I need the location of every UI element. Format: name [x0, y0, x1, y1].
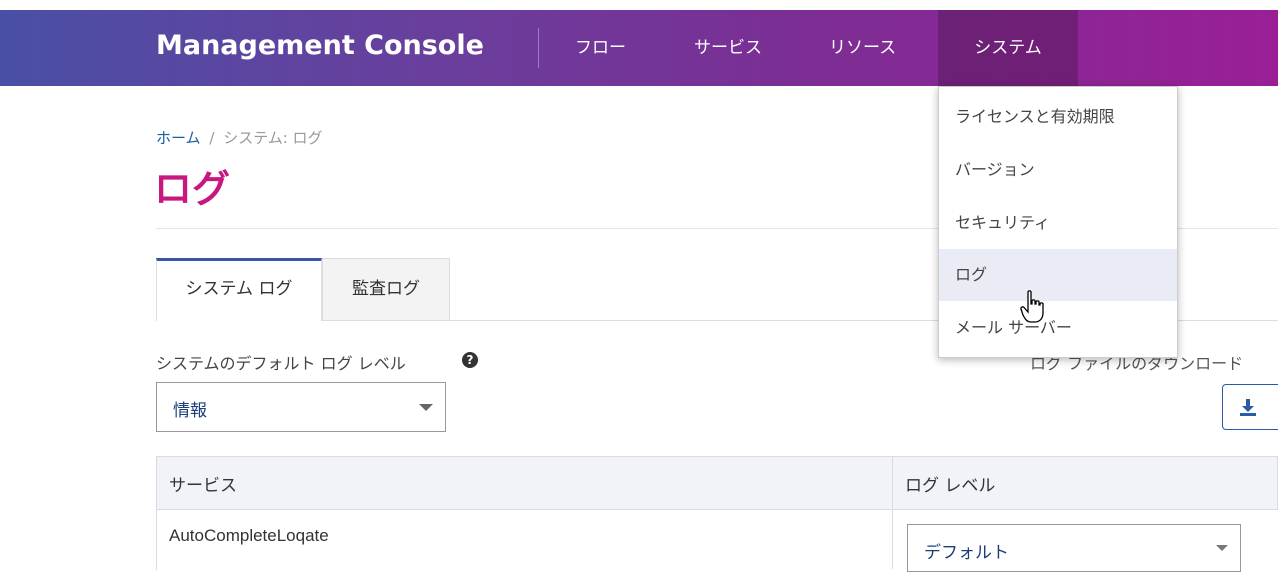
- menu-item-mail-server[interactable]: メール サーバー: [939, 302, 1177, 354]
- system-dropdown-menu: ライセンスと有効期限 バージョン セキュリティ ログ メール サーバー: [938, 86, 1178, 358]
- app-header: Management Console フロー サービス リソース システム: [0, 10, 1278, 86]
- breadcrumb-home-link[interactable]: ホーム: [156, 129, 201, 147]
- nav-resources[interactable]: リソース: [829, 10, 896, 86]
- nav-services[interactable]: サービス: [694, 10, 762, 86]
- menu-item-log[interactable]: ログ: [939, 249, 1177, 301]
- header-service: サービス: [169, 476, 237, 496]
- table-row: AutoCompleteLoqate デフォルト: [156, 510, 1278, 572]
- breadcrumb-separator: /: [209, 129, 215, 147]
- table-header: サービス ログ レベル: [156, 456, 1278, 510]
- service-name: AutoCompleteLoqate: [169, 526, 329, 545]
- brand-title[interactable]: Management Console: [156, 30, 484, 61]
- brand-divider: [538, 28, 539, 68]
- service-log-level-select[interactable]: デフォルト: [907, 524, 1241, 572]
- page-title: ログ: [154, 167, 231, 211]
- download-icon: [1240, 399, 1256, 416]
- default-log-level-value: 情報: [173, 401, 207, 421]
- nav-flow[interactable]: フロー: [573, 10, 628, 86]
- header-log-level: ログ レベル: [905, 476, 996, 496]
- download-log-button[interactable]: [1222, 384, 1278, 430]
- question-circle-icon[interactable]: ?: [462, 352, 478, 368]
- chevron-down-icon: [419, 404, 433, 411]
- nav-system[interactable]: システム: [938, 10, 1078, 86]
- menu-item-security[interactable]: セキュリティ: [939, 197, 1177, 249]
- service-log-level-value: デフォルト: [924, 543, 1009, 563]
- default-log-level-label: システムのデフォルト ログ レベル: [156, 354, 406, 373]
- chevron-down-icon: [1216, 545, 1228, 551]
- breadcrumb: ホーム / システム: ログ: [156, 127, 323, 148]
- tab-audit-log[interactable]: 監査ログ: [322, 258, 450, 320]
- tab-system-log[interactable]: システム ログ: [156, 258, 322, 321]
- menu-item-license[interactable]: ライセンスと有効期限: [939, 91, 1177, 143]
- menu-item-version[interactable]: バージョン: [939, 144, 1177, 196]
- top-strip: [0, 0, 1278, 10]
- default-log-level-select[interactable]: 情報: [156, 382, 446, 432]
- breadcrumb-current: システム: ログ: [223, 129, 323, 147]
- hand-pointer-icon: [1020, 290, 1044, 323]
